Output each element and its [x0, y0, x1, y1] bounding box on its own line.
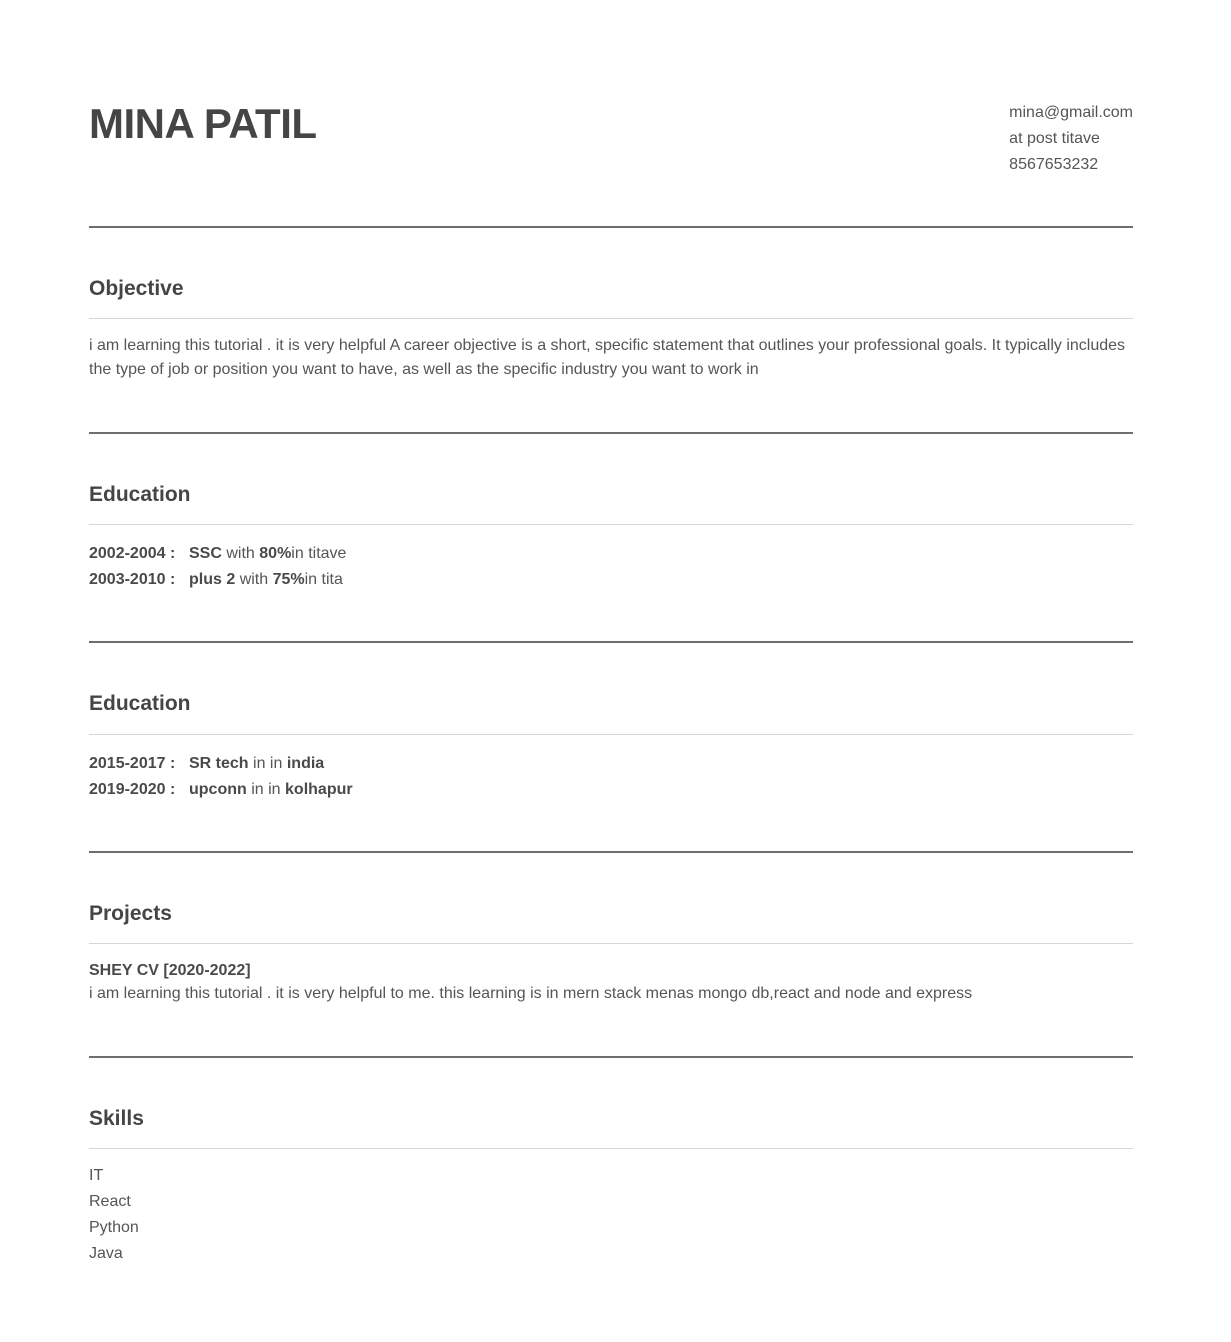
experience-company: upconn [189, 781, 247, 798]
education-entry: 2003-2010 : plus 2 with 75%in tita [89, 567, 1133, 593]
contact-email: mina@gmail.com [1009, 104, 1133, 121]
skill-item: Java [89, 1245, 123, 1262]
experience-years: 2015-2017 : [89, 755, 176, 772]
skill-item: Python [89, 1219, 139, 1236]
skill-item: IT [89, 1167, 104, 1184]
skill-item: React [89, 1193, 131, 1210]
objective-section: Objective i am learning this tutorial . … [89, 228, 1133, 382]
education-years: 2002-2004 : [89, 545, 176, 562]
education-title: Education [89, 483, 191, 506]
candidate-name: MINA PATIL [89, 100, 317, 147]
experience-years: 2019-2020 : [89, 781, 176, 798]
experience-entry: 2015-2017 : SR tech in in india [89, 751, 1133, 777]
education-percentage: 80% [259, 545, 292, 562]
education-section: Education 2002-2004 : SSC with 80%in tita… [89, 434, 1133, 593]
experience-in: in in [251, 781, 281, 798]
experience-title: Education [89, 692, 191, 715]
contact-address: at post titave [1009, 130, 1100, 147]
skills-list: IT React Python Java [89, 1163, 1133, 1267]
resume-header: MINA PATIL mina@gmail.com at post titave… [89, 0, 1133, 226]
project-item: SHEY CV [2020-2022] i am learning this t… [89, 960, 1133, 1006]
skills-title: Skills [89, 1107, 144, 1130]
contact-info: mina@gmail.com at post titave 8567653232 [1009, 100, 1133, 178]
project-description: i am learning this tutorial . it is very… [89, 985, 973, 1002]
skills-underline [89, 1148, 1133, 1149]
resume-page: MINA PATIL mina@gmail.com at post titave… [89, 0, 1133, 1267]
projects-underline [89, 943, 1133, 944]
experience-place: kolhapur [285, 781, 353, 798]
project-name: SHEY CV [2020-2022] [89, 962, 251, 979]
experience-underline [89, 734, 1133, 735]
objective-underline [89, 318, 1133, 319]
education-percentage: 75% [272, 571, 305, 588]
experience-entry: 2019-2020 : upconn in in kolhapur [89, 777, 1133, 803]
experience-section: Education 2015-2017 : SR tech in in india… [89, 643, 1133, 803]
education-place: in tita [304, 571, 343, 588]
objective-text: i am learning this tutorial . it is very… [89, 337, 1126, 378]
education-underline [89, 524, 1133, 525]
education-course: SSC [189, 545, 222, 562]
education-entry: 2002-2004 : SSC with 80%in titave [89, 541, 1133, 567]
skills-section: Skills IT React Python Java [89, 1058, 1133, 1267]
experience-list: 2015-2017 : SR tech in in india 2019-2020… [89, 751, 1133, 803]
projects-title: Projects [89, 902, 172, 925]
experience-in: in in [253, 755, 283, 772]
education-course: plus 2 [189, 571, 236, 588]
education-with: with [239, 571, 269, 588]
education-with: with [226, 545, 255, 562]
contact-phone: 8567653232 [1009, 156, 1099, 173]
education-place: in titave [291, 545, 347, 562]
education-list: 2002-2004 : SSC with 80%in titave 2003-20… [89, 541, 1133, 593]
objective-title: Objective [89, 277, 184, 300]
experience-place: india [286, 755, 325, 772]
experience-company: SR tech [189, 755, 249, 772]
education-years: 2003-2010 : [89, 571, 176, 588]
projects-section: Projects SHEY CV [2020-2022] i am learni… [89, 853, 1133, 1006]
